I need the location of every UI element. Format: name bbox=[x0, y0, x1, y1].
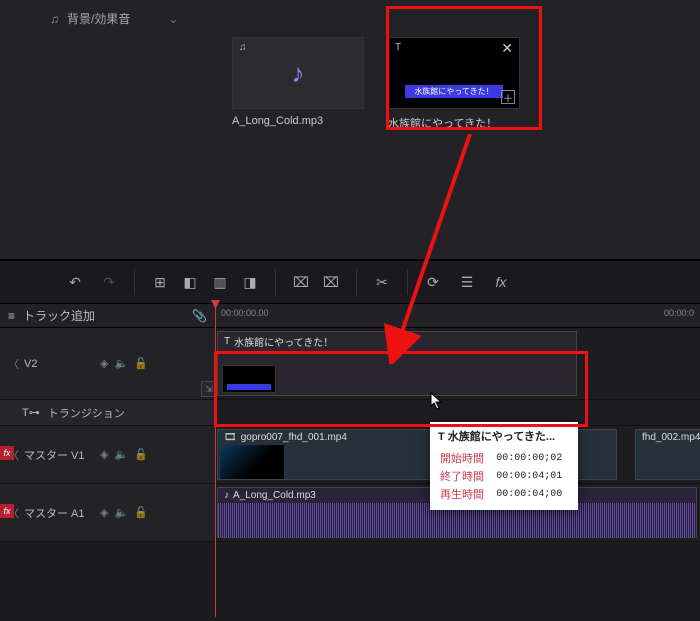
adjust-button[interactable]: ☰ bbox=[454, 269, 480, 295]
lock-icon[interactable]: 🔓 bbox=[134, 357, 148, 370]
asset-title-caption: 水族館にやってきた！ bbox=[388, 115, 520, 131]
visibility-icon[interactable]: ◈ bbox=[100, 448, 108, 461]
track-a1-header[interactable]: 〈 マスター A1 ◈ 🔈 🔓 fx bbox=[0, 484, 215, 541]
clip-video-2[interactable]: fhd_002.mp4 bbox=[635, 429, 700, 480]
asset-title-banner: 水族館にやってきた！ bbox=[405, 85, 503, 98]
track-v1: 〈 マスター V1 ◈ 🔈 🔓 fx 🎞 gopro007_fhd_001.mp… bbox=[0, 426, 700, 484]
split-button[interactable]: ▥ bbox=[207, 269, 233, 295]
fx-button[interactable]: fx bbox=[488, 269, 514, 295]
tooltip-start-key: 開始時間 bbox=[440, 450, 494, 466]
track-v1-header[interactable]: 〈 マスター V1 ◈ 🔈 🔓 fx bbox=[0, 426, 215, 483]
track-transition-label: トランジション bbox=[48, 405, 125, 421]
link-icon[interactable]: T⊶ bbox=[22, 406, 40, 419]
split-left-button[interactable]: ◧ bbox=[177, 269, 203, 295]
track-v2-name: V2 bbox=[24, 358, 94, 370]
track-transition-header[interactable]: T⊶ トランジション bbox=[0, 400, 215, 425]
clip-video-2-label: fhd_002.mp4 bbox=[642, 432, 700, 443]
ruler-timecode-1: 00:00:0 bbox=[664, 308, 694, 318]
track-v2: 〈 V2 ◈ 🔈 🔓 ⇲ T 水族館にやってきた！ bbox=[0, 328, 700, 400]
visibility-icon[interactable]: ◈ bbox=[100, 357, 108, 370]
music-note-large-icon: ♪ bbox=[292, 58, 305, 89]
audio-icon: ♪ bbox=[224, 490, 229, 501]
tooltip-end-val: 00:00:04;01 bbox=[496, 468, 568, 484]
track-v2-lane[interactable]: T 水族館にやってきた！ bbox=[215, 328, 700, 399]
delete-left-button[interactable]: ⌧ bbox=[288, 269, 314, 295]
track-header-area: ≡ トラック追加 📎 bbox=[0, 307, 215, 324]
track-a1: 〈 マスター A1 ◈ 🔈 🔓 fx ♪ A_Long_Cold.mp3 bbox=[0, 484, 700, 542]
playhead[interactable] bbox=[215, 304, 216, 617]
mute-icon[interactable]: 🔈 bbox=[114, 357, 128, 370]
lock-icon[interactable]: 🔓 bbox=[134, 506, 148, 519]
track-menu-icon[interactable]: ≡ bbox=[8, 309, 15, 323]
tracks-area: 〈 V2 ◈ 🔈 🔓 ⇲ T 水族館にやってきた！ T⊶ トランジション bbox=[0, 328, 700, 542]
music-icon: ♫ bbox=[50, 12, 59, 26]
speed-button[interactable]: ⟳ bbox=[420, 269, 446, 295]
tooltip-dur-key: 再生時間 bbox=[440, 486, 494, 502]
ruler-area[interactable]: 00:00:00.00 00:00:0 bbox=[215, 304, 700, 327]
track-a1-name: マスター A1 bbox=[24, 505, 94, 521]
asset-title-card[interactable]: T ✕ 水族館にやってきた！ ＋ 水族館にやってきた！ bbox=[388, 37, 520, 131]
undo-button[interactable]: ↶ bbox=[62, 269, 88, 295]
clip-video-1-thumb bbox=[220, 445, 284, 479]
track-transition: T⊶ トランジション bbox=[0, 400, 700, 426]
attach-icon[interactable]: 📎 bbox=[192, 309, 207, 323]
redo-button[interactable]: ↷ bbox=[96, 269, 122, 295]
mute-icon[interactable]: 🔈 bbox=[114, 506, 128, 519]
cut-button[interactable]: ✂ bbox=[369, 269, 395, 295]
track-v2-header[interactable]: 〈 V2 ◈ 🔈 🔓 ⇲ bbox=[0, 328, 215, 399]
visibility-icon[interactable]: ◈ bbox=[100, 506, 108, 519]
close-icon[interactable]: ✕ bbox=[501, 40, 513, 57]
track-v1-name: マスター V1 bbox=[24, 447, 94, 463]
timeline-ruler[interactable]: ≡ トラック追加 📎 00:00:00.00 00:00:0 bbox=[0, 304, 700, 328]
clip-video-1-label: gopro007_fhd_001.mp4 bbox=[241, 432, 347, 443]
asset-panel: ♫ 背景/効果音 ⌄ ♫ ♪ A_Long_Cold.mp3 T ✕ 水族館にや… bbox=[0, 0, 700, 260]
clip-title[interactable]: T 水族館にやってきた！ bbox=[217, 331, 577, 396]
music-note-icon: ♫ bbox=[239, 42, 247, 53]
fx-badge[interactable]: fx bbox=[0, 446, 14, 460]
asset-audio-thumb[interactable]: ♫ ♪ bbox=[232, 37, 364, 109]
tooltip-start-val: 00:00:00;02 bbox=[496, 450, 568, 466]
tooltip-end-key: 終了時間 bbox=[440, 468, 494, 484]
tooltip-title: T 水族館にやってきた... bbox=[438, 428, 570, 444]
bg-effects-label: 背景/効果音 bbox=[67, 10, 130, 27]
asset-audio-card[interactable]: ♫ ♪ A_Long_Cold.mp3 bbox=[232, 37, 364, 131]
add-clip-button[interactable]: ⊞ bbox=[147, 269, 173, 295]
clip-tooltip: T 水族館にやってきた... 開始時間 00:00:00;02 終了時間 00:… bbox=[430, 422, 578, 510]
clip-title-label: 水族館にやってきた！ bbox=[234, 334, 333, 349]
tooltip-dur-val: 00:00:04;00 bbox=[496, 486, 568, 502]
bg-effects-row[interactable]: ♫ 背景/効果音 ⌄ bbox=[0, 0, 700, 37]
asset-title-thumb[interactable]: T ✕ 水族館にやってきた！ ＋ bbox=[388, 37, 520, 109]
split-right-button[interactable]: ◨ bbox=[237, 269, 263, 295]
lock-icon[interactable]: 🔓 bbox=[134, 448, 148, 461]
clip-audio-label: A_Long_Cold.mp3 bbox=[233, 490, 316, 501]
fx-badge[interactable]: fx bbox=[0, 504, 14, 518]
mute-icon[interactable]: 🔈 bbox=[114, 448, 128, 461]
timeline-toolbar: ↶ ↷ ⊞ ◧ ▥ ◨ ⌧ ⌧ ✂ ⟳ ☰ fx bbox=[0, 260, 700, 304]
chevron-down-icon[interactable]: ⌄ bbox=[168, 12, 178, 26]
chevron-icon[interactable]: 〈 bbox=[8, 356, 18, 372]
add-track-label[interactable]: トラック追加 bbox=[23, 307, 95, 324]
clip-title-thumb bbox=[222, 365, 276, 393]
delete-right-button[interactable]: ⌧ bbox=[318, 269, 344, 295]
ruler-timecode-0: 00:00:00.00 bbox=[221, 308, 269, 318]
add-to-timeline-button[interactable]: ＋ bbox=[501, 90, 515, 104]
text-icon: T bbox=[224, 336, 230, 347]
asset-audio-filename: A_Long_Cold.mp3 bbox=[232, 115, 364, 127]
movie-icon: 🎞 bbox=[224, 432, 237, 443]
text-icon: T bbox=[395, 42, 401, 53]
